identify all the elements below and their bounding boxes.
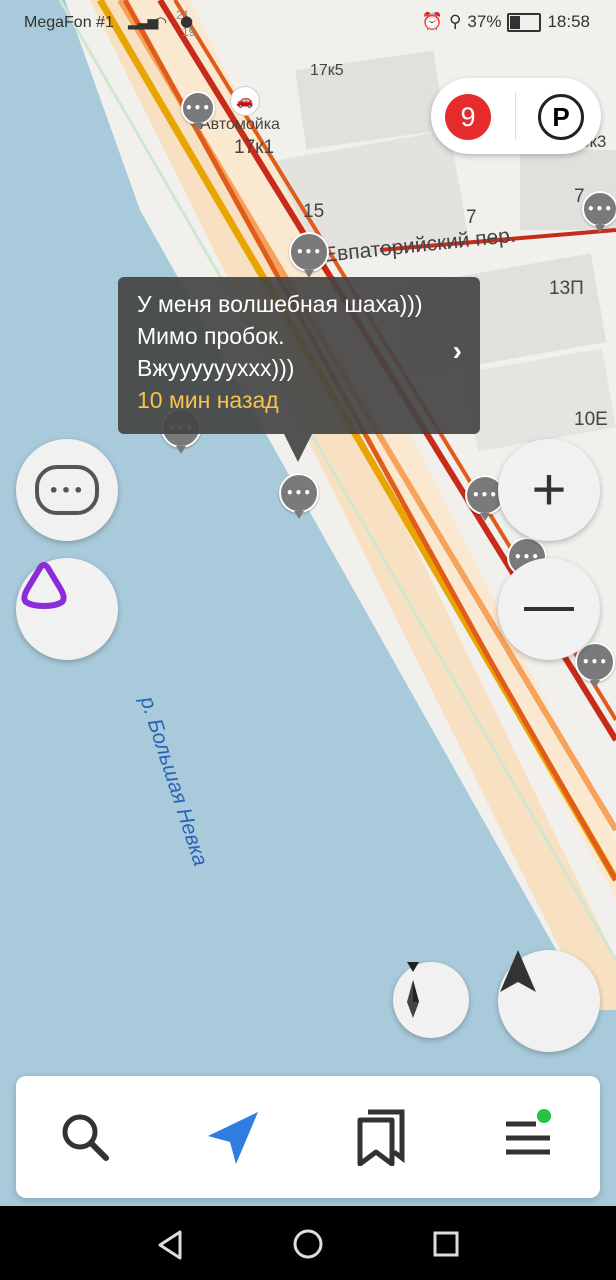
- location-arrow-icon: [500, 950, 536, 992]
- comment-pin-icon[interactable]: •••: [582, 191, 616, 233]
- minus-icon: [524, 607, 574, 611]
- bookmarks-icon: [357, 1109, 405, 1167]
- menu-button[interactable]: [502, 1108, 562, 1160]
- plus-icon: +: [531, 456, 567, 523]
- navigator-icon: [208, 1112, 258, 1164]
- traffic-score-badge[interactable]: 9: [445, 94, 491, 140]
- compass-icon: [407, 962, 419, 1018]
- status-bar: MegaFon #1 ▂▃▅ ◠ ● ⏰ ⚲ 37% 18:58: [0, 0, 616, 48]
- back-icon[interactable]: [156, 1230, 184, 1260]
- traffic-widget[interactable]: 9 P: [431, 78, 601, 154]
- comment-pin-icon[interactable]: •••: [181, 91, 215, 131]
- search-button[interactable]: [60, 1112, 110, 1162]
- map-label-building: 7: [466, 207, 477, 228]
- clock: 18:58: [547, 12, 590, 31]
- map-label-building: 15: [303, 201, 325, 222]
- menu-icon: [506, 1109, 551, 1155]
- search-icon: [62, 1114, 109, 1161]
- map-view[interactable]: Автомойка 17к5 17к1 15 7 13П 10Е 3к3 7 2…: [0, 0, 616, 1206]
- car-wash-icon[interactable]: 🚗: [230, 86, 260, 116]
- comment-text: У меня волшебная шаха))) Мимо пробок. Вж…: [137, 291, 423, 381]
- comment-pin-icon[interactable]: •••: [289, 232, 329, 278]
- signal-icon: ▂▃▅: [128, 14, 158, 30]
- zoom-in-button[interactable]: +: [498, 439, 600, 541]
- comment-popup[interactable]: У меня волшебная шаха))) Мимо пробок. Вж…: [118, 277, 480, 462]
- divider: [515, 92, 516, 140]
- alarm-icon: ⏰: [421, 12, 443, 31]
- parking-icon[interactable]: P: [538, 94, 584, 140]
- road-comments-button[interactable]: •••: [16, 439, 118, 541]
- map-label-building: 17к5: [310, 62, 344, 79]
- navigator-button[interactable]: [206, 1110, 260, 1166]
- my-location-button[interactable]: [498, 950, 600, 1052]
- map-label-autowash: Автомойка: [200, 116, 280, 133]
- battery-percent: 37%: [467, 12, 502, 31]
- notification-icon: ●: [180, 12, 194, 30]
- bookmarks-button[interactable]: [356, 1108, 406, 1167]
- recent-apps-icon[interactable]: [432, 1230, 460, 1258]
- comment-pin-icon[interactable]: •••: [279, 473, 319, 519]
- chat-icon: •••: [35, 465, 99, 515]
- bottom-toolbar: [16, 1076, 600, 1198]
- home-icon[interactable]: [292, 1228, 324, 1260]
- battery-icon: [507, 12, 542, 32]
- wifi-icon: ◠: [154, 13, 168, 31]
- alice-voice-button[interactable]: [16, 558, 118, 660]
- zoom-out-button[interactable]: [498, 558, 600, 660]
- chevron-right-icon: ›: [452, 335, 462, 366]
- location-status-icon: ⚲: [448, 12, 462, 31]
- compass-button[interactable]: [393, 962, 469, 1038]
- map-label-building: 10Е: [574, 409, 608, 430]
- map-label-building: 13П: [549, 278, 584, 299]
- carrier-name: MegaFon #1: [24, 14, 114, 31]
- map-label-building: 17к1: [234, 137, 275, 158]
- system-navigation-bar: [0, 1206, 616, 1280]
- alice-icon: [21, 562, 67, 609]
- comment-time: 10 мин назад: [137, 387, 279, 413]
